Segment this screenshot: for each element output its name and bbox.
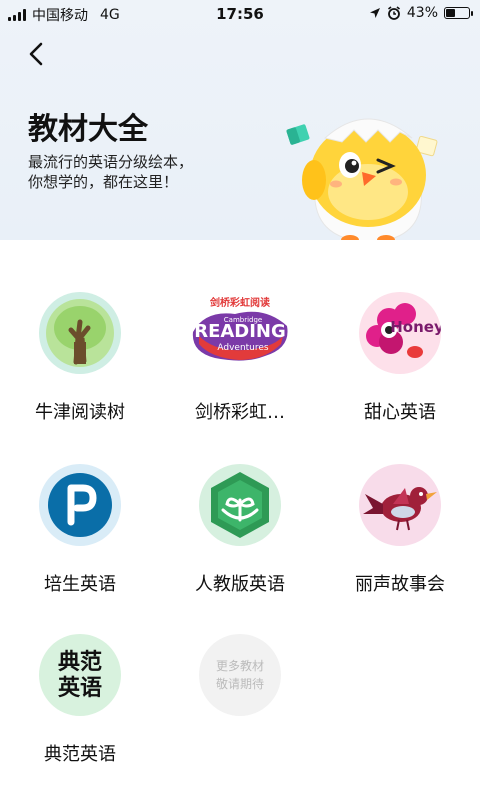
textbook-label: 剑桥彩虹… [195,402,285,423]
dianfan-english-icon: 典范 英语 [39,634,121,716]
textbook-label: 培生英语 [44,574,116,595]
dianfan-bottom-text: 英语 [57,675,102,701]
pearson-logo-icon [39,464,121,546]
textbook-grid: 牛津阅读树 剑桥彩虹阅读 Cambridge READING Adventure… [0,240,480,800]
alarm-icon [387,6,400,20]
bird-icon [359,464,441,546]
cambridge-main-text: READING [194,321,286,342]
honey-flower-icon: Honey [359,292,441,374]
cambridge-top-text: 剑桥彩虹阅读 [209,296,270,309]
more-line-1: 更多教材 [215,659,264,673]
textbook-label: 丽声故事会 [355,574,445,595]
textbook-label: 甜心英语 [364,402,436,423]
cambridge-reading-adventures-icon: 剑桥彩虹阅读 Cambridge READING Adventures [192,292,288,374]
subtitle-line-2: 你想学的，都在这里！ [28,173,179,191]
textbook-lisheng-stories[interactable]: 丽声故事会 [320,464,480,596]
page-subtitle: 最流行的英语分级绘本， 你想学的，都在这里！ [28,152,288,192]
pep-sprout-icon [199,464,281,546]
more-line-2: 敬请期待 [215,677,264,691]
back-arrow-icon[interactable] [22,38,54,70]
textbook-label: 牛津阅读树 [35,402,125,423]
more-textbooks-placeholder: 更多教材 敬请期待 [160,634,320,716]
status-bar: 中国移动 4G 17:56 43% [0,0,480,28]
textbook-pep-english[interactable]: 人教版英语 [160,464,320,596]
textbook-label: 人教版英语 [195,574,285,595]
textbook-cambridge-reading-adventures[interactable]: 剑桥彩虹阅读 Cambridge READING Adventures 剑桥彩虹… [160,292,320,424]
textbook-honey-english[interactable]: Honey 甜心英语 [320,292,480,424]
textbook-dianfan-english[interactable]: 典范 英语 典范英语 [0,634,160,766]
textbook-label: 典范英语 [44,744,116,765]
subtitle-line-1: 最流行的英语分级绘本， [28,153,194,171]
textbook-pearson-english[interactable]: 培生英语 [0,464,160,596]
textbook-oxford-reading-tree[interactable]: 牛津阅读树 [0,292,160,424]
oxford-tree-icon [39,292,121,374]
cambridge-sub-text: Adventures [217,343,269,353]
honey-text: Honey [390,318,441,336]
more-coming-soon-badge: 更多教材 敬请期待 [199,634,281,716]
chick-mascot-illustration [286,118,438,245]
battery-percent: 43% [406,5,438,21]
page-title: 教材大全 [28,112,148,147]
location-icon [369,8,380,18]
battery-icon [444,7,473,19]
dianfan-top-text: 典范 [57,649,102,675]
